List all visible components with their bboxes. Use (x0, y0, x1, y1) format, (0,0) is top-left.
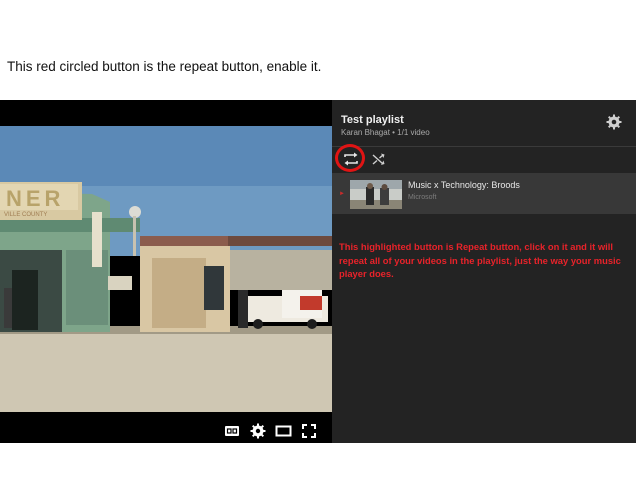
settings-icon[interactable] (250, 423, 266, 439)
now-playing-marker: ► (339, 191, 345, 197)
playlist-panel: Test playlist Karan Bhagat • 1/1 video ► (332, 100, 636, 443)
playlist-title[interactable]: Test playlist (341, 114, 404, 126)
video-sign-subtext: VILLE COUNTY (4, 212, 47, 218)
panel-divider (332, 146, 636, 147)
playlist-subtitle: Karan Bhagat • 1/1 video (341, 128, 430, 137)
video-thumbnail[interactable] (350, 180, 402, 209)
video-player[interactable]: NER VILLE COUNTY (0, 100, 332, 443)
item-channel: Microsoft (408, 194, 437, 201)
gear-icon[interactable] (606, 114, 622, 130)
video-frame: NER VILLE COUNTY (0, 100, 332, 443)
annotation-note: This highlighted button is Repeat button… (339, 241, 621, 279)
cc-icon[interactable] (224, 423, 240, 439)
repeat-highlight-circle (335, 144, 365, 172)
video-controls (0, 419, 332, 443)
shuffle-icon[interactable] (372, 152, 386, 166)
item-title[interactable]: Music x Technology: Broods (408, 180, 520, 190)
slide-caption: This red circled button is the repeat bu… (7, 59, 322, 74)
video-sign-text: NER (6, 186, 64, 211)
playlist-item[interactable]: ► Music x Technology: Broods Microsoft (332, 173, 636, 214)
theater-icon[interactable] (275, 423, 292, 439)
fullscreen-icon[interactable] (301, 423, 317, 439)
